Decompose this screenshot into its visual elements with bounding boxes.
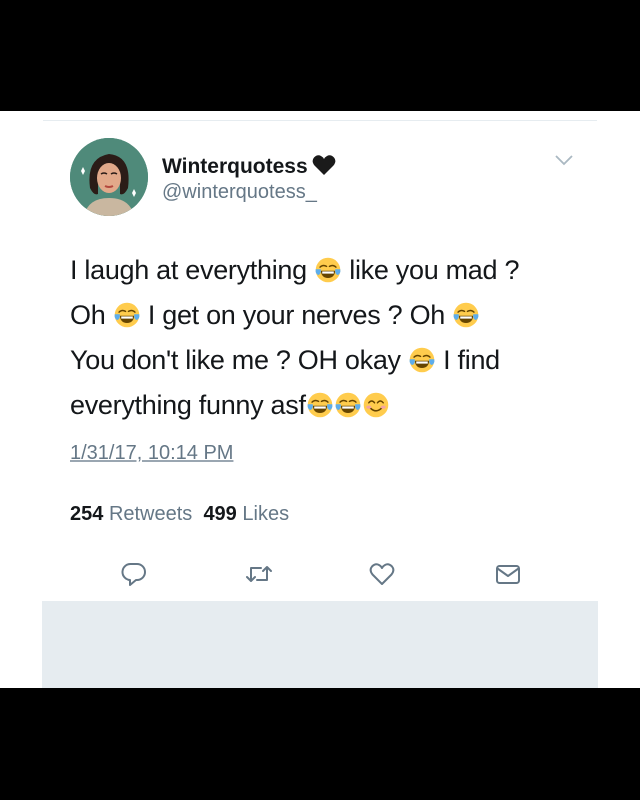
reply-button[interactable] (120, 560, 148, 588)
divider (43, 120, 597, 121)
tweet-line: I laugh at everything like you mad ? (70, 255, 520, 285)
face-with-tears-of-joy-icon (409, 347, 435, 373)
face-with-tears-of-joy-icon (453, 302, 479, 328)
chevron-down-icon[interactable] (553, 153, 575, 172)
timestamp[interactable]: 1/31/17, 10:14 PM (70, 442, 233, 465)
face-with-tears-of-joy-icon (114, 302, 140, 328)
retweet-icon (246, 566, 272, 582)
black-heart-icon (312, 154, 336, 182)
face-with-tears-of-joy-icon (307, 392, 333, 418)
face-with-tears-of-joy-icon (335, 392, 361, 418)
reply-icon (121, 563, 146, 586)
tweet-line: Oh I get on your nerves ? Oh (70, 293, 590, 338)
face-with-tears-of-joy-icon (315, 257, 341, 283)
avatar[interactable] (70, 138, 148, 216)
tweet-text: I laugh at everything like you mad ? Oh … (70, 248, 590, 428)
tweet-line: everything funny asf (70, 383, 590, 428)
reply-area-placeholder (42, 601, 598, 688)
direct-message-button[interactable] (494, 560, 522, 588)
retweets-stat[interactable]: 254 Retweets (70, 503, 192, 525)
display-name[interactable]: Winterquotess (162, 154, 336, 182)
dm-icon (496, 565, 520, 584)
like-button[interactable] (368, 560, 396, 588)
like-icon (369, 563, 395, 585)
smiling-face-with-smiling-eyes-icon (363, 392, 389, 418)
tweet-stats: 254 Retweets 499 Likes (70, 503, 289, 526)
tweet-line: You don't like me ? OH okay I find (70, 345, 500, 375)
retweet-button[interactable] (244, 560, 272, 588)
user-handle[interactable]: @winterquotess_ (162, 181, 317, 204)
likes-stat[interactable]: 499 Likes (203, 503, 289, 525)
